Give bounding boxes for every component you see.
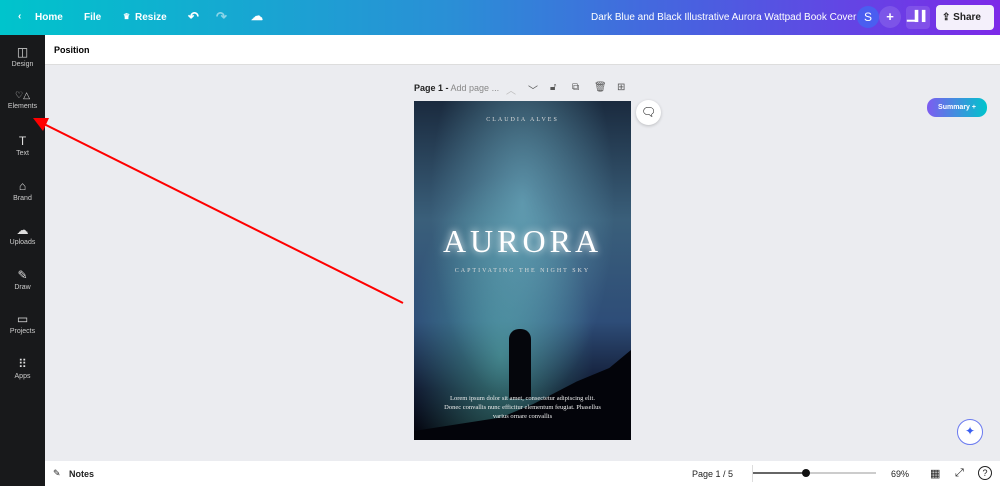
cover-title[interactable]: AURORA (414, 223, 631, 260)
zoom-level[interactable]: 69% (891, 469, 909, 479)
fullscreen-icon[interactable]: ⤢ (955, 467, 964, 480)
share-icon: ⇪ (942, 12, 951, 23)
text-icon: T (18, 134, 27, 148)
undo-icon[interactable]: ↶ (188, 9, 199, 25)
context-toolbar: Position (45, 35, 1000, 65)
cloud-saved-icon[interactable]: ☁ (251, 9, 263, 23)
brand-icon: ⌂ (18, 179, 27, 193)
page-count[interactable]: Page 1 / 5 (692, 469, 733, 479)
share-button[interactable]: ⇪ Share (936, 5, 994, 30)
draw-icon: ✎ (17, 268, 28, 282)
lock-icon[interactable]: 🔓︎ (550, 82, 556, 93)
magic-assistant-button[interactable]: ✦ (957, 419, 983, 445)
resize-button[interactable]: Resize (135, 12, 167, 23)
zoom-slider-handle[interactable] (802, 469, 811, 477)
upload-icon: ☁ (16, 223, 29, 237)
add-comment-button[interactable]: 🗨︎ (636, 100, 661, 125)
sidebar: ◫ Design ♡△ Elements T Text ⌂ Brand ☁ Uploads… (0, 35, 45, 486)
sidebar-item-elements[interactable]: ♡△ Elements (0, 90, 45, 110)
folder-icon: ▭ (16, 312, 29, 326)
cover-body-text[interactable]: Lorem ipsum dolor sit amet, consectetur … (414, 394, 631, 421)
top-bar: ‹ Home File ♛ Resize ↶ ↷ ☁ Dark Blue and… (0, 0, 1000, 35)
analytics-icon[interactable]: ▁▌▌ (906, 6, 930, 29)
add-collaborator-button[interactable]: + (879, 6, 901, 28)
document-title[interactable]: Dark Blue and Black Illustrative Aurora … (591, 12, 856, 23)
design-icon: ◫ (16, 45, 29, 59)
sidebar-item-design[interactable]: ◫ Design (0, 45, 45, 68)
sparkle-icon: ✦ (964, 424, 976, 438)
sidebar-item-brand[interactable]: ⌂ Brand (0, 179, 45, 202)
page-title-input[interactable]: Add page ... (451, 83, 500, 93)
position-button[interactable]: Position (54, 45, 90, 55)
file-menu[interactable]: File (84, 12, 101, 23)
zoom-slider[interactable] (753, 469, 876, 477)
chevron-left-icon[interactable]: ‹ (18, 11, 21, 22)
help-icon[interactable]: ? (978, 466, 992, 480)
comment-icon: 🗨︎ (640, 105, 657, 119)
sidebar-item-projects[interactable]: ▭ Projects (0, 312, 45, 335)
duplicate-icon[interactable]: ⧉ (572, 82, 579, 93)
grid-view-icon[interactable]: ▦ (930, 467, 940, 480)
chevron-up-icon[interactable]: ︿ (506, 82, 516, 97)
crown-icon: ♛ (123, 12, 131, 21)
avatar[interactable]: S (857, 6, 879, 28)
sidebar-item-apps[interactable]: ⠿ Apps (0, 357, 45, 380)
apps-icon: ⠿ (18, 357, 27, 371)
sidebar-item-uploads[interactable]: ☁ Uploads (0, 223, 45, 246)
elements-icon: ♡△ (15, 90, 30, 100)
summary-button[interactable]: Summary + (927, 98, 987, 117)
cover-subtitle[interactable]: CAPTIVATING THE NIGHT SKY (414, 268, 631, 274)
home-button[interactable]: Home (35, 12, 63, 23)
sidebar-item-text[interactable]: T Text (0, 134, 45, 157)
person-silhouette (509, 329, 531, 399)
notes-button[interactable]: Notes (69, 469, 94, 479)
add-page-icon[interactable]: ⊞ (617, 82, 625, 93)
sidebar-item-draw[interactable]: ✎ Draw (0, 268, 45, 291)
cover-author[interactable]: CLAUDIA ALVES (414, 117, 631, 123)
zoom-slider-fill (753, 472, 807, 474)
notes-icon: ✎ (53, 468, 61, 478)
redo-icon[interactable]: ↷ (216, 9, 227, 25)
book-cover-canvas[interactable]: CLAUDIA ALVES AURORA CAPTIVATING THE NIG… (414, 101, 631, 440)
bottom-bar: ✎ Notes Page 1 / 5 69% ▦ ⤢ ? (45, 461, 1000, 486)
chevron-down-icon[interactable]: ﹀ (528, 82, 538, 97)
trash-icon[interactable]: 🗑︎ (594, 82, 607, 93)
page-header: Page 1 - Add page ... (414, 83, 500, 93)
